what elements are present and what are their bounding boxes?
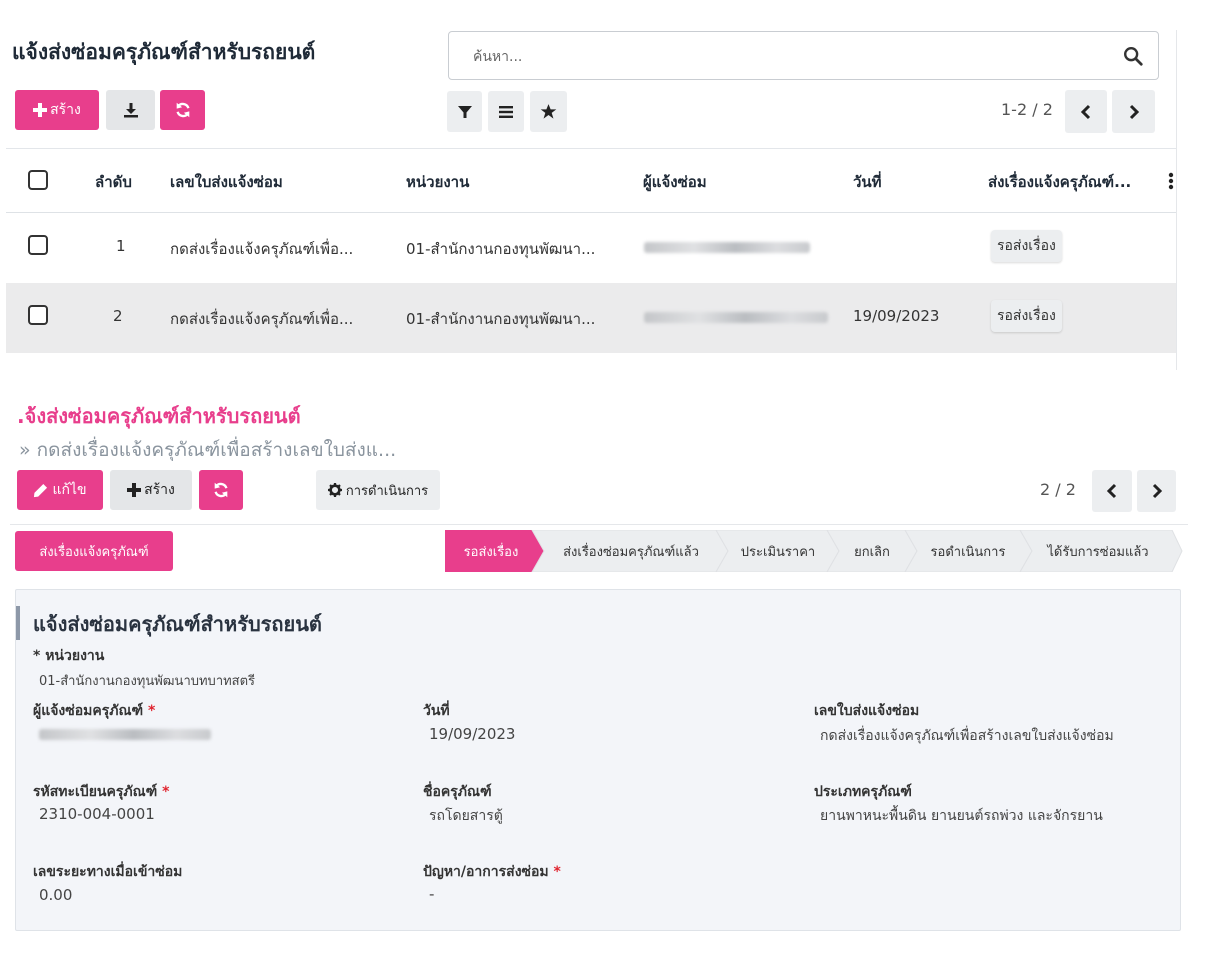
- title-accent-bar: [16, 606, 20, 640]
- form-pager-value[interactable]: 2 / 2: [1040, 480, 1076, 499]
- row-seq: 1: [116, 237, 126, 255]
- form-sheet: [15, 589, 1181, 931]
- column-header-doc[interactable]: เลขใบส่งแจ้งซ่อม: [170, 170, 283, 194]
- doc-number-label: เลขใบส่งแจ้งซ่อม: [814, 703, 920, 719]
- chevron-right-icon: [1129, 104, 1139, 119]
- refresh-button[interactable]: [160, 90, 205, 130]
- table-header: ลำดับ เลขใบส่งแจ้งซ่อม หน่วยงาน ผู้แจ้งซ…: [6, 148, 1176, 213]
- form-pager-next-button[interactable]: [1137, 470, 1176, 512]
- breadcrumb-current: » กดส่งเรื่องแจ้งครุภัณฑ์เพื่อสร้างเลขใบ…: [19, 439, 397, 461]
- asset-name-value[interactable]: รถโดยสารตู้: [429, 805, 503, 827]
- pager-value[interactable]: 1-2 / 2: [1001, 100, 1053, 119]
- stage-estimate[interactable]: ประเมินราคา: [730, 530, 826, 572]
- select-all-checkbox[interactable]: [28, 170, 48, 190]
- kebab-icon[interactable]: [1168, 172, 1174, 190]
- star-icon: [540, 104, 557, 119]
- form-create-button-label: สร้าง: [144, 482, 175, 498]
- chevron-left-icon: [1106, 483, 1117, 499]
- search-icon[interactable]: [1122, 45, 1144, 67]
- gear-icon: [327, 483, 342, 497]
- form-create-button[interactable]: สร้าง: [110, 470, 192, 510]
- form-refresh-button[interactable]: [199, 470, 243, 510]
- asset-type-label: ประเภทครุภัณฑ์: [814, 784, 912, 800]
- date-value[interactable]: 19/09/2023: [429, 725, 515, 743]
- search-box[interactable]: [448, 31, 1159, 80]
- column-header-seq[interactable]: ลำดับ: [95, 170, 132, 194]
- column-header-status[interactable]: ส่งเรื่องแจ้งครุภัณฑ์...: [988, 170, 1131, 194]
- row-date: 19/09/2023: [853, 307, 940, 325]
- stage-cancelled[interactable]: ยกเลิก: [839, 530, 905, 572]
- column-header-reporter[interactable]: ผู้แจ้งซ่อม: [643, 170, 707, 194]
- edit-button[interactable]: แก้ไข: [17, 470, 103, 510]
- problem-label: ปัญหา/อาการส่งซ่อม *: [423, 864, 561, 880]
- asset-code-label-text: รหัสทะเบียนครุภัณฑ์: [33, 784, 158, 800]
- create-button[interactable]: สร้าง: [15, 90, 99, 130]
- refresh-icon: [214, 482, 228, 498]
- action-menu-label: การดำเนินการ: [345, 483, 429, 499]
- chevron-right-icon: [1152, 483, 1162, 499]
- download-button[interactable]: [106, 90, 155, 130]
- table-row[interactable]: 2 กดส่งเรื่องแจ้งครุภัณฑ์เพื่อ... 01-สำน…: [6, 283, 1176, 353]
- doc-number-value[interactable]: กดส่งเรื่องแจ้งครุภัณฑ์เพื่อสร้างเลขใบส่…: [820, 725, 1114, 747]
- date-label: วันที่: [423, 703, 450, 719]
- create-button-label: สร้าง: [50, 102, 81, 118]
- download-icon: [123, 103, 138, 118]
- pager-previous-button[interactable]: [1065, 90, 1107, 133]
- pencil-icon: [34, 483, 48, 497]
- asset-name-label: ชื่อครุภัณฑ์: [423, 784, 492, 800]
- asset-code-value[interactable]: 2310-004-0001: [39, 805, 155, 823]
- row-checkbox[interactable]: [28, 235, 48, 255]
- reporter-label: ผู้แจ้งซ่อมครุภัณฑ์ *: [33, 703, 156, 719]
- action-menu-button[interactable]: การดำเนินการ: [316, 470, 440, 510]
- edit-button-label: แก้ไข: [52, 482, 87, 498]
- unit-label-text: หน่วยงาน: [45, 648, 105, 664]
- reporter-name-redacted: [644, 242, 810, 253]
- favorites-button[interactable]: [530, 91, 567, 132]
- reporter-name-redacted: [644, 312, 828, 323]
- asset-code-label: รหัสทะเบียนครุภัณฑ์ *: [33, 784, 170, 800]
- page-title: แจ้งส่งซ่อมครุภัณฑ์สำหรับรถยนต์: [12, 40, 316, 64]
- stage-in-progress[interactable]: รอดำเนินการ: [917, 530, 1019, 572]
- status-badge: รอส่งเรื่อง: [991, 230, 1062, 262]
- group-by-button[interactable]: [488, 91, 524, 132]
- plus-icon: [127, 483, 142, 497]
- filter-icon: [457, 105, 472, 118]
- sheet-title: แจ้งส่งซ่อมครุภัณฑ์สำหรับรถยนต์: [33, 612, 322, 636]
- unit-label: * หน่วยงาน: [33, 648, 105, 664]
- status-badge: รอส่งเรื่อง: [991, 300, 1062, 332]
- stage-sent[interactable]: ส่งเรื่องซ่อมครุภัณฑ์แล้ว: [546, 530, 716, 572]
- row-checkbox[interactable]: [28, 305, 48, 325]
- pager-next-button[interactable]: [1112, 90, 1155, 133]
- table-row[interactable]: 1 กดส่งเรื่องแจ้งครุภัณฑ์เพื่อ... 01-สำน…: [6, 213, 1176, 283]
- mileage-value[interactable]: 0.00: [39, 886, 72, 904]
- asset-type-value[interactable]: ยานพาหนะพื้นดิน ยานยนต์รถพ่วง และจักรยาน: [820, 805, 1103, 827]
- unit-value[interactable]: 01-สำนักงานกองทุนพัฒนาบทบาทสตรี: [39, 670, 255, 691]
- search-input[interactable]: [471, 44, 1075, 70]
- list-icon: [499, 105, 513, 118]
- breadcrumb-root-link[interactable]: .จ้งส่งซ่อมครุภัณฑ์สำหรับรถยนต์: [17, 400, 301, 432]
- plus-icon: [33, 103, 48, 117]
- row-doc: กดส่งเรื่องแจ้งครุภัณฑ์เพื่อ...: [170, 240, 354, 258]
- divider: [10, 524, 1188, 525]
- send-request-button[interactable]: ส่งเรื่องแจ้งครุภัณฑ์: [15, 531, 173, 571]
- row-unit: 01-สำนักงานกองทุนพัฒนา...: [406, 240, 596, 258]
- row-doc: กดส่งเรื่องแจ้งครุภัณฑ์เพื่อ...: [170, 310, 354, 328]
- stage-pending[interactable]: รอส่งเรื่อง: [445, 530, 537, 572]
- reporter-label-text: ผู้แจ้งซ่อมครุภัณฑ์: [33, 703, 144, 719]
- filter-button[interactable]: [447, 91, 482, 132]
- form-pager-previous-button[interactable]: [1092, 470, 1132, 512]
- problem-value[interactable]: -: [429, 885, 434, 903]
- problem-label-text: ปัญหา/อาการส่งซ่อม: [423, 864, 549, 880]
- column-header-date[interactable]: วันที่: [853, 170, 882, 194]
- refresh-icon: [175, 102, 190, 118]
- stage-repaired[interactable]: ได้รับการซ่อมแล้ว: [1031, 530, 1165, 572]
- chevron-left-icon: [1080, 104, 1091, 119]
- row-unit: 01-สำนักงานกองทุนพัฒนา...: [406, 310, 596, 328]
- row-seq: 2: [113, 307, 123, 325]
- reporter-value-redacted[interactable]: [39, 729, 211, 740]
- column-header-unit[interactable]: หน่วยงาน: [406, 170, 469, 194]
- view-divider: [1176, 30, 1177, 370]
- mileage-label: เลขระยะทางเมื่อเข้าซ่อม: [33, 864, 183, 880]
